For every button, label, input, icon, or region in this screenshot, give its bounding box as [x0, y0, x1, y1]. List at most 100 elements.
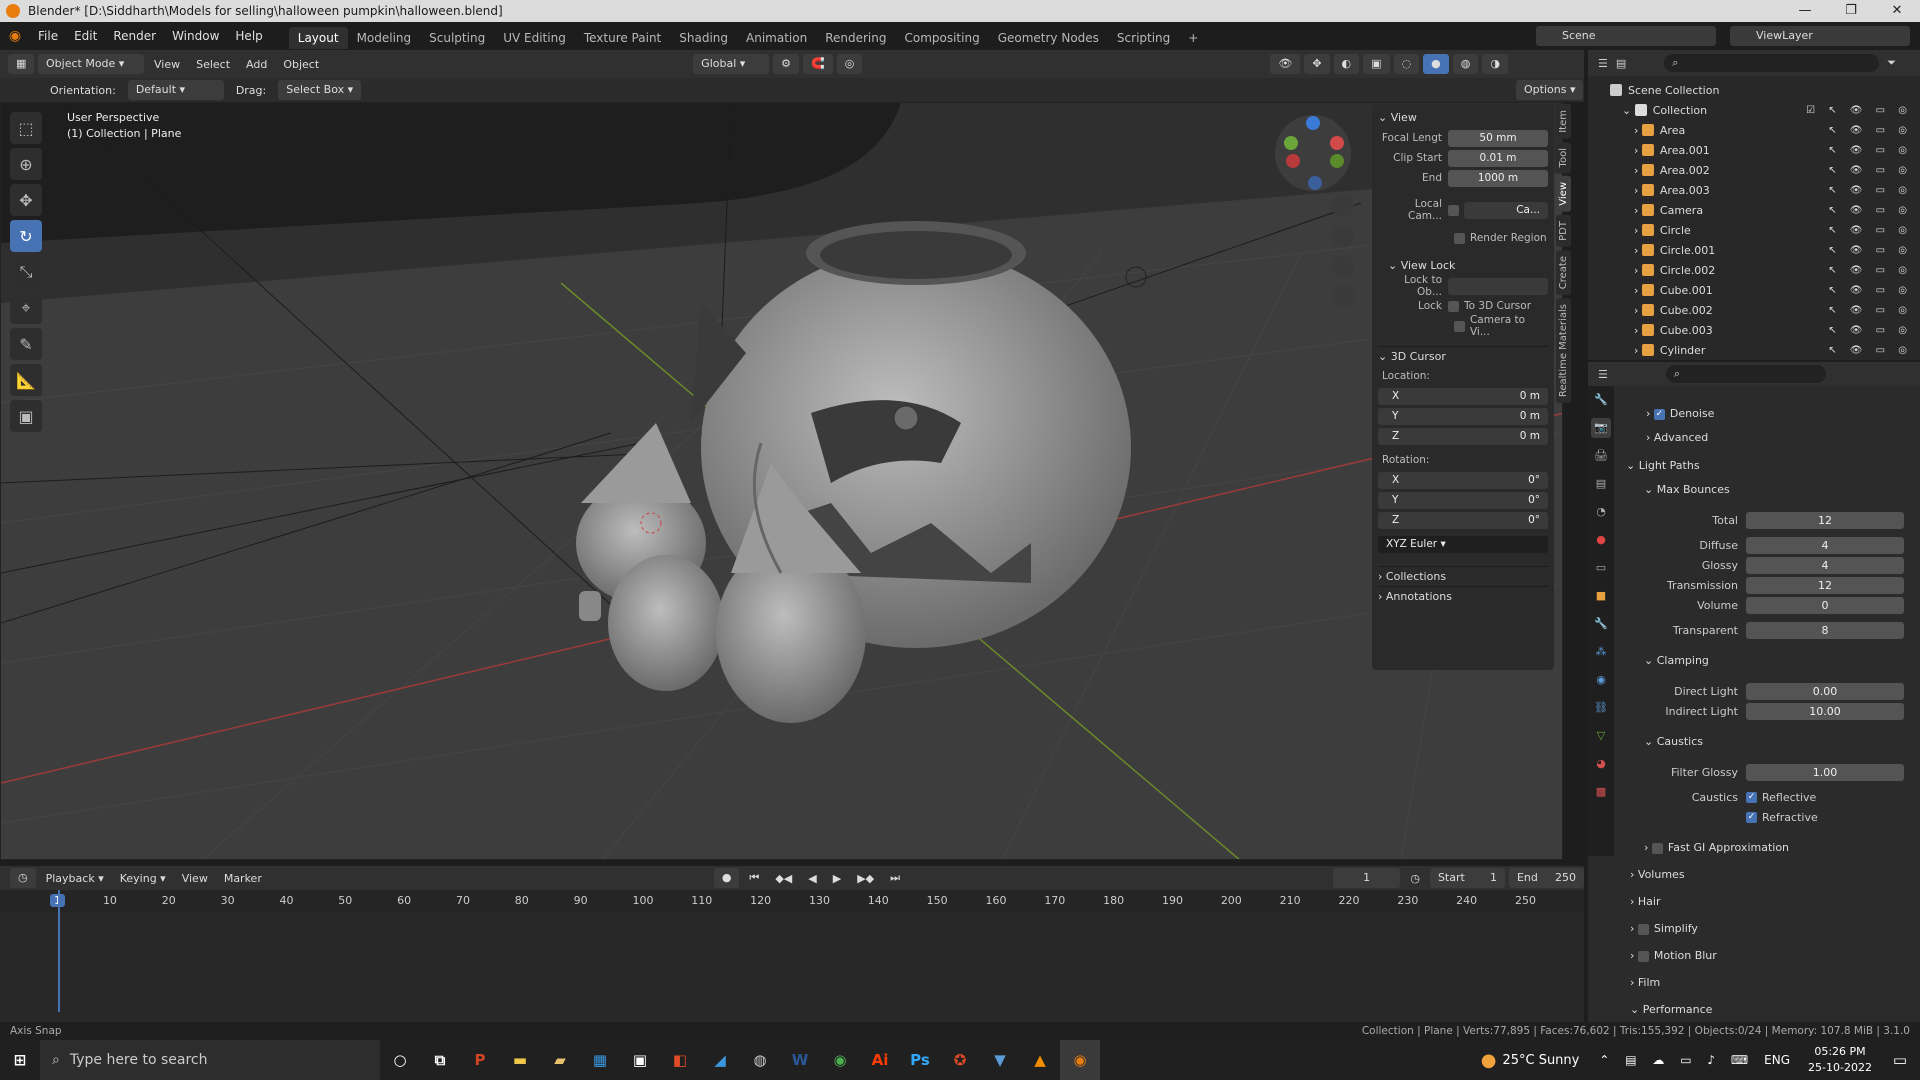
prev-keyframe-icon[interactable]: ◆◀ — [769, 872, 798, 885]
object-visibility-icons[interactable]: ↖ 👁 ▭ ◎ — [1828, 265, 1912, 276]
playhead[interactable] — [58, 890, 60, 1012]
outliner-search-input[interactable]: ⌕ — [1664, 54, 1880, 72]
current-frame-field[interactable]: 1 — [1332, 868, 1401, 888]
object-visibility-icons[interactable]: ↖ 👁 ▭ ◎ — [1828, 185, 1912, 196]
lock-to-object-field[interactable] — [1448, 277, 1548, 295]
menu-window[interactable]: Window — [164, 22, 227, 50]
chrome-icon[interactable]: ◉ — [820, 1040, 860, 1080]
outliner-collection[interactable]: ⌄ Collection ☑ ↖ 👁 ▭ ◎ — [1610, 100, 1920, 120]
fast-gi-panel[interactable]: › Fast GI Approximation — [1628, 838, 1789, 858]
keying-menu[interactable]: Keying ▾ — [114, 872, 172, 885]
render-tab-icon[interactable]: 📷 — [1591, 418, 1611, 438]
minimize-button[interactable]: — — [1782, 0, 1828, 22]
outliner-object-row[interactable]: › Cube.001 ↖ 👁 ▭ ◎ — [1610, 280, 1920, 300]
outliner-object-row[interactable]: › Cylinder ↖ 👁 ▭ ◎ — [1610, 340, 1920, 360]
denoise-panel[interactable]: › ✓ Denoise — [1628, 404, 1714, 424]
outliner-object-row[interactable]: › Area ↖ 👁 ▭ ◎ — [1610, 120, 1920, 140]
outliner-object-row[interactable]: › Camera ↖ 👁 ▭ ◎ — [1610, 200, 1920, 220]
preview-range-icon[interactable]: ◷ — [1404, 872, 1426, 885]
tab-sculpting[interactable]: Sculpting — [420, 27, 494, 49]
menu-object[interactable]: Object — [277, 58, 325, 71]
outliner-object-row[interactable]: › Area.001 ↖ 👁 ▭ ◎ — [1610, 140, 1920, 160]
measure-tool-icon[interactable]: 📐 — [10, 364, 42, 396]
photoshop-icon[interactable]: Ps — [900, 1040, 940, 1080]
menu-select[interactable]: Select — [190, 58, 236, 71]
tab-realtime-materials[interactable]: Realtime Materials — [1556, 298, 1571, 404]
clock[interactable]: 05:26 PM 25-10-2022 — [1800, 1044, 1880, 1076]
tab-texture-paint[interactable]: Texture Paint — [575, 27, 670, 49]
scene-tab-icon[interactable]: ◔ — [1591, 502, 1611, 522]
timeline-editor-icon[interactable]: ◷ — [10, 868, 36, 888]
navigation-gizmo[interactable] — [1275, 115, 1351, 191]
tab-shading[interactable]: Shading — [670, 27, 737, 49]
start-frame-field[interactable]: Start 1 — [1429, 868, 1505, 888]
close-button[interactable]: ✕ — [1874, 0, 1920, 22]
fast-gi-checkbox[interactable] — [1651, 842, 1663, 854]
overlay-icon[interactable]: ◐ — [1333, 54, 1360, 74]
rotation-mode-dropdown[interactable]: XYZ Euler ▾ — [1378, 535, 1548, 553]
annotations-section-header[interactable]: › Annotations — [1378, 586, 1548, 606]
menu-add[interactable]: Add — [240, 58, 273, 71]
total-bounces-field[interactable]: 12 — [1746, 511, 1904, 529]
modifier-tab-icon[interactable]: 🔧 — [1591, 614, 1611, 634]
orientation-dropdown[interactable]: Default ▾ — [127, 80, 224, 100]
view-section-header[interactable]: ⌄ View — [1378, 108, 1548, 128]
transform-tool-icon[interactable]: ⌖ — [10, 292, 42, 324]
language-indicator[interactable]: ENG — [1754, 1053, 1800, 1067]
drag-dropdown[interactable]: Select Box ▾ — [278, 80, 362, 100]
simplify-checkbox[interactable] — [1637, 923, 1649, 935]
volume-bounces-field[interactable]: 0 — [1746, 596, 1904, 614]
tab-uv-editing[interactable]: UV Editing — [494, 27, 575, 49]
blender-taskbar-icon[interactable]: ◉ — [1060, 1040, 1100, 1080]
cortana-icon[interactable]: ○ — [380, 1040, 420, 1080]
properties-search-input[interactable]: ⌕ — [1665, 365, 1826, 383]
object-visibility-icons[interactable]: ↖ 👁 ▭ ◎ — [1828, 125, 1912, 136]
maximize-button[interactable]: ❐ — [1828, 0, 1874, 22]
pivot-icon[interactable]: ⚙ — [773, 54, 800, 74]
notifications-icon[interactable]: ▭ — [1880, 1040, 1920, 1080]
glossy-bounces-field[interactable]: 4 — [1746, 556, 1904, 574]
tray-icons[interactable]: ⌃ ▤ ☁ ▭ ♪ ⌨ — [1599, 1053, 1754, 1067]
tab-compositing[interactable]: Compositing — [895, 27, 988, 49]
tab-pdt[interactable]: PDT — [1556, 214, 1571, 247]
move-tool-icon[interactable]: ✥ — [10, 184, 42, 216]
object-visibility-icons[interactable]: ↖ 👁 ▭ ◎ — [1828, 145, 1912, 156]
transparent-bounces-field[interactable]: 8 — [1746, 621, 1904, 639]
focal-length-field[interactable]: 50 mm — [1448, 129, 1548, 147]
wireframe-shading-icon[interactable]: ◌ — [1393, 54, 1420, 74]
menu-file[interactable]: File — [30, 22, 66, 50]
play-icon[interactable]: ▶ — [827, 872, 847, 885]
denoise-checkbox[interactable]: ✓ — [1653, 408, 1665, 420]
outliner-scene-collection[interactable]: Scene Collection — [1610, 80, 1920, 100]
performance-panel[interactable]: ⌄ Performance — [1630, 1000, 1712, 1020]
volumes-panel[interactable]: › Volumes — [1630, 865, 1685, 885]
motion-blur-checkbox[interactable] — [1637, 950, 1649, 962]
data-tab-icon[interactable]: ▽ — [1591, 726, 1611, 746]
rotate-tool-icon[interactable]: ↻ — [10, 220, 42, 252]
local-camera-checkbox[interactable] — [1448, 204, 1459, 216]
hair-panel[interactable]: › Hair — [1630, 892, 1661, 912]
store-icon[interactable]: ▣ — [620, 1040, 660, 1080]
view-layer-selector[interactable]: ViewLayer — [1730, 26, 1910, 46]
outliner-object-row[interactable]: › Circle.001 ↖ 👁 ▭ ◎ — [1610, 240, 1920, 260]
max-bounces-panel[interactable]: ⌄ Max Bounces — [1628, 480, 1730, 500]
particles-tab-icon[interactable]: ⁂ — [1591, 642, 1611, 662]
view-layer-tab-icon[interactable]: ▤ — [1591, 474, 1611, 494]
jump-end-icon[interactable]: ⏭ — [884, 871, 906, 885]
outliner-object-row[interactable]: › Circle ↖ 👁 ▭ ◎ — [1610, 220, 1920, 240]
task-view-icon[interactable]: ⧉ — [420, 1040, 460, 1080]
menu-render[interactable]: Render — [105, 22, 164, 50]
object-visibility-icons[interactable]: ↖ 👁 ▭ ◎ — [1828, 325, 1912, 336]
cursor-loc-z-field[interactable]: Z 0 m — [1378, 427, 1548, 445]
light-paths-panel[interactable]: ⌄ Light Paths — [1626, 456, 1700, 476]
object-tab-icon[interactable]: ■ — [1591, 586, 1611, 606]
end-frame-field[interactable]: End 250 — [1508, 868, 1584, 888]
app-icon-6[interactable]: ▼ — [980, 1040, 1020, 1080]
texture-tab-icon[interactable]: ▩ — [1591, 782, 1611, 802]
object-visibility-icons[interactable]: ↖ 👁 ▭ ◎ — [1828, 305, 1912, 316]
tab-scripting[interactable]: Scripting — [1108, 27, 1179, 49]
outliner-object-row[interactable]: › Cube.003 ↖ 👁 ▭ ◎ — [1610, 320, 1920, 340]
cursor-tool-icon[interactable]: ⊕ — [10, 148, 42, 180]
diffuse-bounces-field[interactable]: 4 — [1746, 536, 1904, 554]
weather-widget[interactable]: ● 25°C Sunny — [1481, 1050, 1580, 1071]
